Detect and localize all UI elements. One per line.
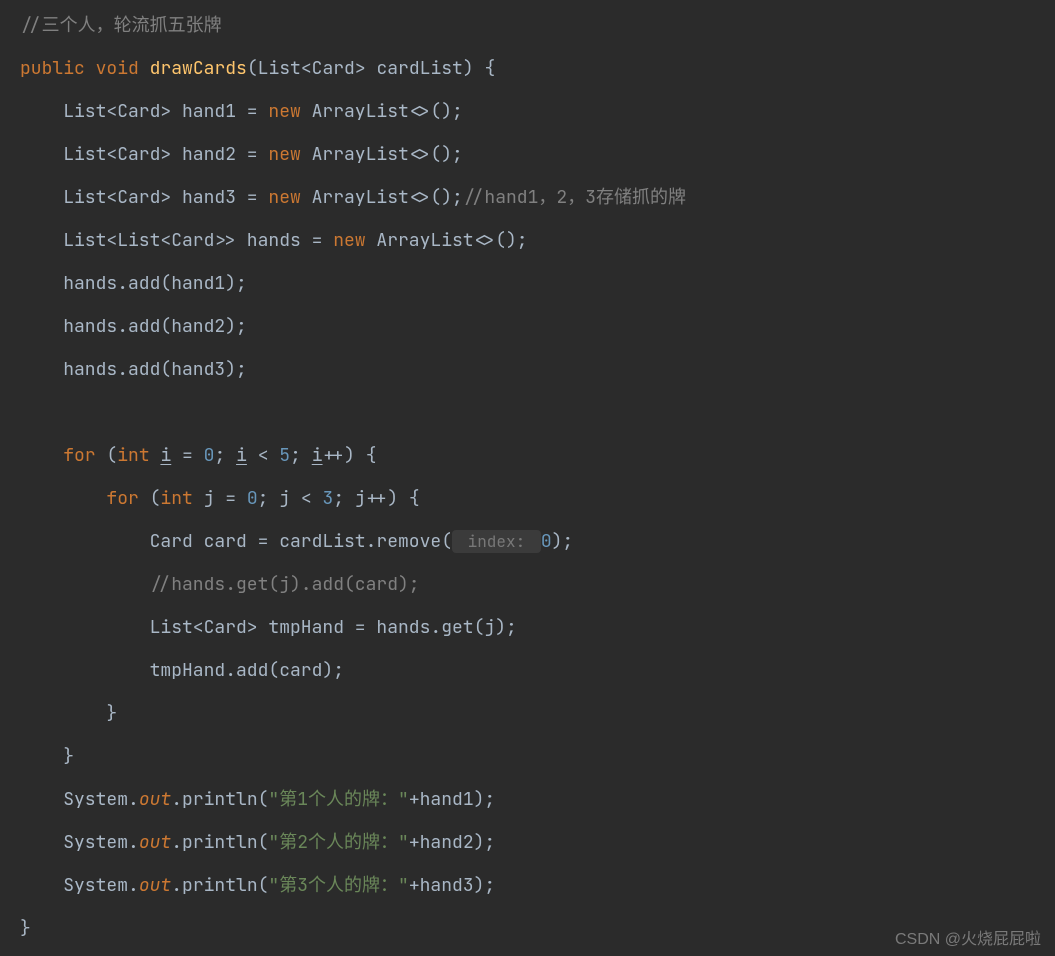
code-text: List<Card> tmpHand = hands.get(j);	[20, 616, 517, 639]
code-text: }	[20, 745, 74, 768]
code-line: for (int i = 0; i < 5; i++) {	[0, 434, 1055, 477]
code-line: //hands.get(j).add(card);	[0, 563, 1055, 606]
keyword-new: new	[268, 100, 300, 123]
code-text: List<Card> hand1 =	[20, 100, 268, 123]
code-text: .println(	[171, 831, 268, 854]
keyword-new: new	[333, 229, 365, 252]
keyword-public: public	[20, 57, 85, 80]
code-text: (	[96, 444, 118, 467]
string-literal: "第1个人的牌："	[268, 788, 408, 811]
code-text: System.	[20, 874, 139, 897]
var-i: i	[160, 444, 171, 467]
code-line: hands.add(hand1);	[0, 262, 1055, 305]
code-text: ArrayList<>();	[301, 186, 463, 209]
code-text: ArrayList<>();	[301, 143, 463, 166]
number-three: 3	[323, 487, 334, 510]
code-line: for (int j = 0; j < 3; j++) {	[0, 477, 1055, 520]
comment: //三个人，轮流抓五张牌	[20, 14, 222, 37]
code-line: public void drawCards(List<Card> cardLis…	[0, 47, 1055, 90]
code-line: hands.add(hand2);	[0, 305, 1055, 348]
code-line: List<List<Card>> hands = new ArrayList<>…	[0, 219, 1055, 262]
code-line: List<Card> hand1 = new ArrayList<>();	[0, 90, 1055, 133]
csdn-watermark: CSDN @火烧屁屁啦	[895, 932, 1041, 948]
number-zero: 0	[247, 487, 258, 510]
indent	[20, 487, 106, 510]
comment: //hand1，2，3存储抓的牌	[463, 186, 686, 209]
code-text: +hand2);	[409, 831, 495, 854]
inlay-hint-index: index:	[452, 530, 541, 553]
number-five: 5	[279, 444, 290, 467]
code-text: hands.add(hand2);	[20, 315, 247, 338]
code-text: ++) {	[323, 444, 377, 467]
keyword-for: for	[106, 487, 138, 510]
var-j: j	[355, 487, 366, 510]
code-text: );	[552, 530, 574, 553]
field-out: out	[139, 831, 171, 854]
code-text: ;	[333, 487, 355, 510]
keyword-void: void	[96, 57, 139, 80]
keyword-int: int	[160, 487, 192, 510]
code-text: ;	[258, 487, 280, 510]
code-line: System.out.println("第3个人的牌："+hand3);	[0, 864, 1055, 907]
code-line	[0, 391, 1055, 434]
keyword-new: new	[268, 143, 300, 166]
code-text: ;	[290, 444, 312, 467]
code-text: List<Card> hand3 =	[20, 186, 268, 209]
string-literal: "第3个人的牌："	[268, 874, 408, 897]
code-text: hands.add(hand1);	[20, 272, 247, 295]
var-j: j	[204, 487, 215, 510]
string-literal: "第2个人的牌："	[268, 831, 408, 854]
code-text: .println(	[171, 788, 268, 811]
var-j: j	[279, 487, 290, 510]
code-line: //三个人，轮流抓五张牌	[0, 4, 1055, 47]
code-text: ArrayList<>();	[366, 229, 528, 252]
code-line: List<Card> hand3 = new ArrayList<>();//h…	[0, 176, 1055, 219]
var-i: i	[236, 444, 247, 467]
comment: //hands.get(j).add(card);	[20, 573, 420, 596]
code-line: System.out.println("第2个人的牌："+hand2);	[0, 821, 1055, 864]
field-out: out	[139, 788, 171, 811]
code-text: ;	[214, 444, 236, 467]
code-text: tmpHand.add(card);	[20, 659, 344, 682]
code-line: List<Card> hand2 = new ArrayList<>();	[0, 133, 1055, 176]
code-text: List<Card> hand2 =	[20, 143, 268, 166]
code-text: +hand3);	[409, 874, 495, 897]
code-line: System.out.println("第1个人的牌："+hand1);	[0, 778, 1055, 821]
code-text: =	[171, 444, 203, 467]
indent	[20, 444, 63, 467]
code-text: <	[290, 487, 322, 510]
code-text	[150, 444, 161, 467]
code-text: =	[214, 487, 246, 510]
code-text: Card card = cardList.remove(	[20, 530, 452, 553]
code-text: +hand1);	[409, 788, 495, 811]
code-text: System.	[20, 788, 139, 811]
code-text: hands.add(hand3);	[20, 358, 247, 381]
code-text: .println(	[171, 874, 268, 897]
code-line: hands.add(hand3);	[0, 348, 1055, 391]
code-line: List<Card> tmpHand = hands.get(j);	[0, 606, 1055, 649]
code-text: }	[20, 917, 31, 940]
keyword-for: for	[63, 444, 95, 467]
code-line: }	[0, 735, 1055, 778]
code-line: }	[0, 692, 1055, 735]
number-zero: 0	[204, 444, 215, 467]
function-name: drawCards	[150, 57, 247, 80]
code-text: <	[247, 444, 279, 467]
code-text: (	[139, 487, 161, 510]
code-text: }	[20, 702, 117, 725]
code-line: tmpHand.add(card);	[0, 649, 1055, 692]
code-text: System.	[20, 831, 139, 854]
field-out: out	[139, 874, 171, 897]
keyword-int: int	[117, 444, 149, 467]
code-text: ++) {	[366, 487, 420, 510]
code-line: Card card = cardList.remove( index: 0);	[0, 520, 1055, 563]
var-i: i	[312, 444, 323, 467]
keyword-new: new	[268, 186, 300, 209]
code-text: List<List<Card>> hands =	[20, 229, 333, 252]
code-text: ArrayList<>();	[301, 100, 463, 123]
number-zero: 0	[541, 530, 552, 553]
signature: (List<Card> cardList) {	[247, 57, 495, 80]
